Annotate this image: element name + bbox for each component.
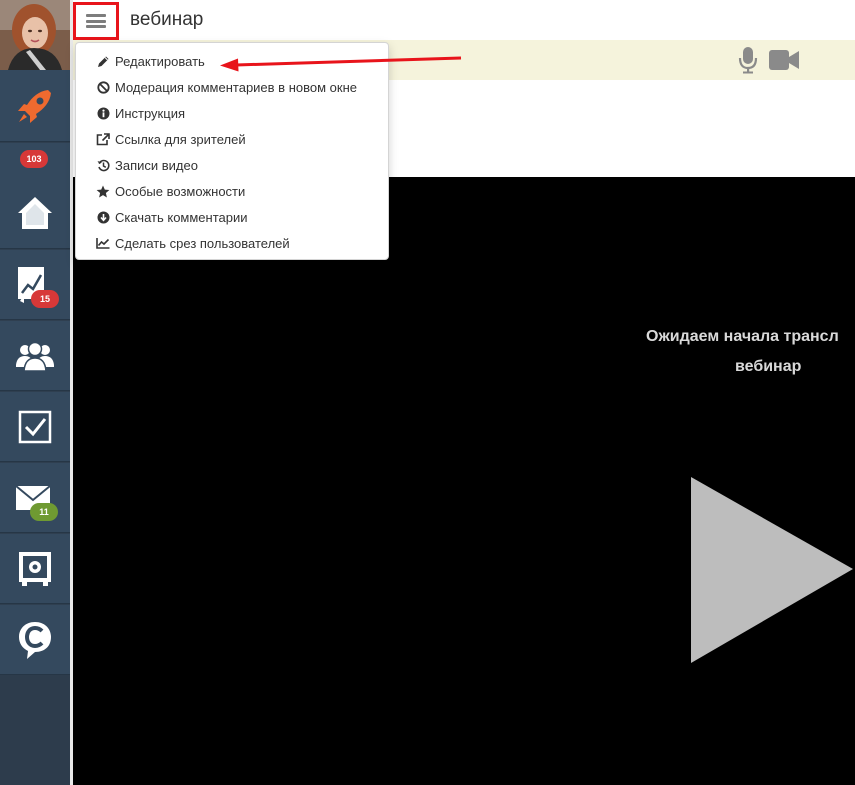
sidebar-item-tasks[interactable] [0, 392, 70, 462]
menu-item-moderation[interactable]: Модерация комментариев в новом окне [76, 74, 388, 100]
sidebar-item-mail[interactable]: 11 [0, 463, 70, 533]
star-icon [96, 184, 110, 198]
hamburger-icon [86, 14, 106, 28]
play-icon[interactable] [689, 475, 855, 670]
sidebar-footer [0, 675, 70, 785]
menu-item-label: Записи видео [115, 157, 198, 173]
notification-badge: 15 [31, 290, 59, 308]
notification-badge: 103 [20, 150, 48, 168]
external-link-icon [96, 132, 110, 146]
waiting-line-2: вебинар [735, 358, 802, 375]
video-camera-icon[interactable] [768, 49, 800, 76]
pencil-icon [96, 54, 110, 68]
sidebar-item-safe[interactable] [0, 534, 70, 604]
checkbox-icon [18, 410, 52, 444]
menu-item-label: Модерация комментариев в новом окне [115, 79, 357, 95]
line-chart-icon [96, 236, 110, 250]
sidebar-item-rocket[interactable] [0, 70, 70, 142]
menu-item-instructions[interactable]: Инструкция [76, 100, 388, 126]
download-icon [96, 210, 110, 224]
menu-item-label: Редактировать [115, 53, 205, 69]
waiting-message: Ожидаем начала трансл вебинар [646, 322, 855, 382]
home-icon [16, 194, 54, 232]
menu-item-label: Инструкция [115, 105, 185, 121]
menu-item-viewer-link[interactable]: Ссылка для зрителей [76, 126, 388, 152]
page-title: вебинар [130, 9, 204, 30]
safe-icon [18, 551, 52, 587]
sidebar-item-chat[interactable] [0, 605, 70, 675]
ban-icon [96, 80, 110, 94]
menu-item-special-features[interactable]: Особые возможности [76, 178, 388, 204]
waiting-line-1: Ожидаем начала трансл [646, 328, 839, 345]
rocket-icon [15, 86, 55, 126]
notification-badge: 11 [30, 503, 58, 521]
avatar[interactable] [0, 0, 70, 70]
menu-item-user-snapshot[interactable]: Сделать срез пользователей [76, 230, 388, 256]
sidebar-item-users[interactable] [0, 321, 70, 391]
menu-item-label: Сделать срез пользователей [115, 235, 290, 251]
menu-item-label: Скачать комментарии [115, 209, 248, 225]
history-icon [96, 158, 110, 172]
menu-item-video-records[interactable]: Записи видео [76, 152, 388, 178]
chat-c-icon [17, 620, 53, 660]
info-icon [96, 106, 110, 120]
users-icon [16, 341, 54, 371]
menu-item-download-comments[interactable]: Скачать комментарии [76, 204, 388, 230]
menu-button[interactable] [73, 2, 119, 40]
sidebar-item-stats[interactable]: 15 [0, 250, 70, 320]
menu-item-label: Ссылка для зрителей [115, 131, 246, 147]
menu-item-label: Особые возможности [115, 183, 246, 199]
microphone-icon[interactable] [738, 46, 758, 79]
sidebar-item-home[interactable]: 103 [0, 143, 70, 249]
annotation-arrow [218, 48, 464, 77]
